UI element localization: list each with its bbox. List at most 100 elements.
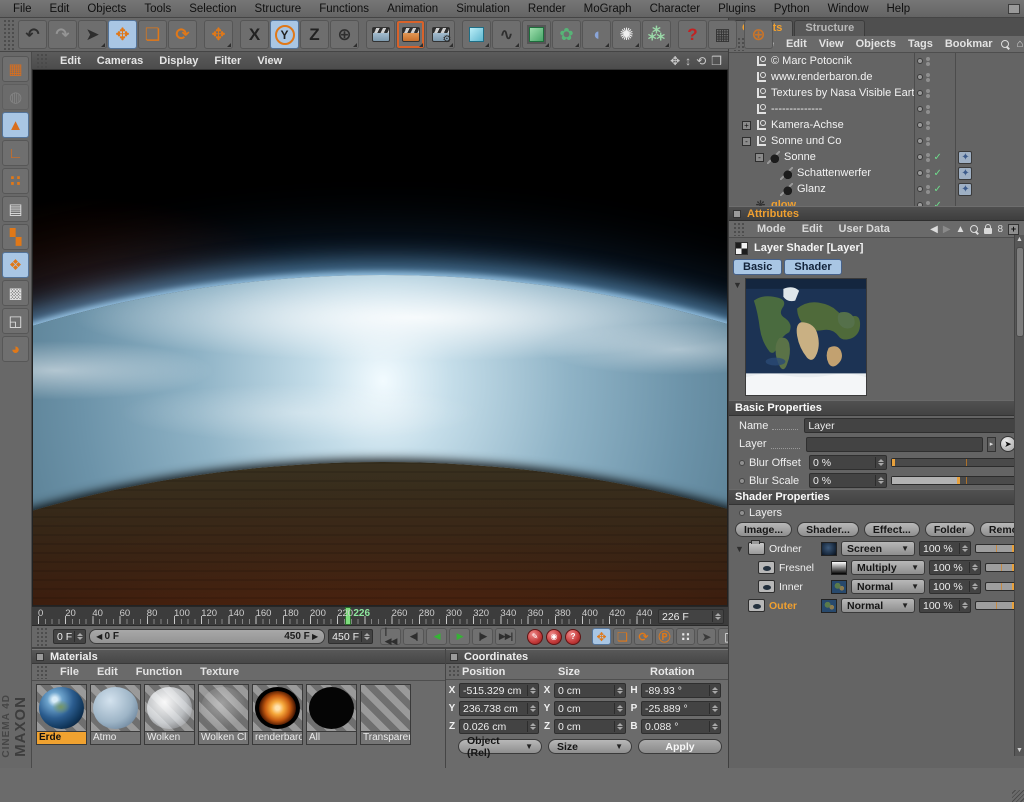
help-icon[interactable]: ? bbox=[678, 20, 707, 49]
materials-menu-texture[interactable]: Texture bbox=[192, 665, 247, 679]
tab-structure[interactable]: Structure bbox=[794, 20, 865, 36]
layer-thumbnail[interactable] bbox=[831, 580, 847, 594]
editor-render-dots[interactable] bbox=[926, 137, 930, 146]
resize-grip[interactable] bbox=[1012, 790, 1024, 802]
visibility-dot[interactable] bbox=[917, 90, 923, 96]
prev-key-button[interactable]: ◀| bbox=[403, 628, 424, 645]
pan-view-icon[interactable]: ✥ bbox=[670, 55, 680, 67]
materials-menu-file[interactable]: File bbox=[52, 665, 87, 679]
layer-visibility-icon[interactable] bbox=[758, 561, 775, 574]
record-scale-toggle[interactable]: ❏ bbox=[613, 628, 632, 645]
play-backward-button[interactable]: ◀ bbox=[426, 628, 447, 645]
render-view-icon[interactable] bbox=[366, 20, 395, 49]
add-spline-icon[interactable]: ∿ bbox=[492, 20, 521, 49]
shader-layer-row[interactable]: FresnelMultiply▼100 % bbox=[729, 558, 1024, 577]
menu-render[interactable]: Render bbox=[519, 3, 575, 15]
material-thumbnail[interactable] bbox=[36, 684, 87, 732]
viewport-menu-edit[interactable]: Edit bbox=[52, 55, 89, 67]
editor-render-dots[interactable] bbox=[926, 57, 930, 66]
editor-render-dots[interactable] bbox=[926, 169, 930, 178]
coordinates-grip[interactable] bbox=[448, 665, 460, 678]
coord-field[interactable]: 0 cm bbox=[554, 683, 626, 698]
history-back-icon[interactable]: ◀ bbox=[930, 224, 938, 235]
timeline-ruler[interactable]: 226 020406080100120140160180200220260280… bbox=[32, 607, 654, 625]
shader-layer-row[interactable]: InnerNormal▼100 % bbox=[729, 577, 1024, 596]
polygons-mode-icon[interactable]: ▚ bbox=[2, 224, 29, 250]
layers-key-dot[interactable] bbox=[739, 510, 745, 516]
menu-edit[interactable]: Edit bbox=[41, 3, 79, 15]
viewport-menu-filter[interactable]: Filter bbox=[206, 55, 249, 67]
record-position-toggle[interactable]: ✥ bbox=[592, 628, 611, 645]
goto-end-button[interactable]: ▶▶| bbox=[495, 628, 516, 645]
material-item[interactable]: Wolken Cl bbox=[198, 684, 249, 745]
editor-render-dots[interactable] bbox=[926, 153, 930, 162]
blend-mode-dropdown[interactable]: Normal▼ bbox=[851, 579, 925, 594]
enabled-check-icon[interactable]: ✓ bbox=[933, 184, 941, 195]
shader-layer-row[interactable]: OuterNormal▼100 % bbox=[729, 596, 1024, 615]
coord-field[interactable]: -25.889 ° bbox=[641, 701, 721, 716]
visibility-dot[interactable] bbox=[917, 170, 923, 176]
add-cube-icon[interactable] bbox=[462, 20, 491, 49]
parent-object-icon[interactable]: ▲ bbox=[956, 224, 966, 235]
move-tool-icon[interactable]: ✥ bbox=[108, 20, 137, 49]
redo-icon[interactable]: ↷ bbox=[48, 20, 77, 49]
add-array-icon[interactable]: ✿ bbox=[552, 20, 581, 49]
record-parameter-toggle[interactable]: Ⓟ bbox=[655, 628, 674, 645]
viewport-grip[interactable] bbox=[36, 53, 48, 68]
point-level-animation-toggle[interactable]: ∷ bbox=[676, 628, 695, 645]
visibility-dot[interactable] bbox=[917, 106, 923, 112]
editor-render-dots[interactable] bbox=[926, 105, 930, 114]
editor-render-dots[interactable] bbox=[926, 73, 930, 82]
folder-button[interactable]: Folder bbox=[925, 522, 975, 537]
material-thumbnail[interactable] bbox=[252, 684, 303, 732]
material-thumbnail[interactable] bbox=[306, 684, 357, 732]
materials-panel-icon[interactable] bbox=[36, 653, 44, 661]
layer-thumbnail[interactable] bbox=[831, 561, 847, 575]
material-thumbnail[interactable] bbox=[198, 684, 249, 732]
record-rotation-toggle[interactable]: ⟳ bbox=[634, 628, 653, 645]
texture-mode-icon[interactable]: ▩ bbox=[2, 280, 29, 306]
om-menu-tags[interactable]: Tags bbox=[902, 37, 939, 51]
om-menu-edit[interactable]: Edit bbox=[780, 37, 813, 51]
c4d-globe-icon[interactable]: ⊕ bbox=[744, 20, 773, 49]
viewport-menu-display[interactable]: Display bbox=[151, 55, 206, 67]
attr-add-panel-icon[interactable]: + bbox=[1008, 224, 1019, 235]
tree-row[interactable]: www.renderbaron.de bbox=[729, 69, 1024, 85]
layer-name[interactable]: Fresnel bbox=[779, 562, 827, 574]
blur-offset-key-dot[interactable] bbox=[739, 460, 745, 466]
menu-objects[interactable]: Objects bbox=[78, 3, 135, 15]
menu-selection[interactable]: Selection bbox=[180, 3, 245, 15]
menu-functions[interactable]: Functions bbox=[310, 3, 378, 15]
name-field[interactable]: Layer bbox=[804, 418, 1016, 433]
blend-mode-dropdown[interactable]: Screen▼ bbox=[841, 541, 915, 556]
folder-icon[interactable] bbox=[748, 542, 765, 555]
material-thumbnail[interactable] bbox=[90, 684, 141, 732]
collapse-icon[interactable]: - bbox=[755, 153, 764, 162]
rotate-view-icon[interactable]: ⟲ bbox=[696, 55, 706, 67]
layer-opacity-field[interactable]: 100 % bbox=[929, 560, 981, 575]
add-deformer-icon[interactable]: ◖ bbox=[582, 20, 611, 49]
layer-thumbnail[interactable] bbox=[821, 599, 837, 613]
frame-stepper[interactable] bbox=[712, 611, 720, 622]
last-tool-icon[interactable]: ✥ bbox=[204, 20, 233, 49]
layer-name[interactable]: Inner bbox=[779, 581, 827, 593]
lock-z-axis-icon[interactable]: Z bbox=[300, 20, 329, 49]
menu-window[interactable]: Window bbox=[819, 3, 878, 15]
apply-button[interactable]: Apply bbox=[638, 739, 722, 754]
layer-collapse-icon[interactable]: ▼ bbox=[735, 544, 744, 554]
render-picture-viewer-icon[interactable] bbox=[396, 20, 425, 49]
enabled-check-icon[interactable]: ✓ bbox=[933, 168, 941, 179]
layer-opacity-slider[interactable] bbox=[985, 563, 1016, 572]
coord-field[interactable]: 0.088 ° bbox=[641, 719, 721, 734]
visibility-dot[interactable] bbox=[917, 186, 923, 192]
tree-row[interactable]: © Marc Potocnik bbox=[729, 53, 1024, 69]
shader-layer-row[interactable]: ▼OrdnerScreen▼100 % bbox=[729, 539, 1024, 558]
tree-row[interactable]: +Kamera-Achse bbox=[729, 117, 1024, 133]
object-conversion-icon[interactable]: ◍ bbox=[2, 84, 29, 110]
material-item[interactable]: Erde bbox=[36, 684, 87, 745]
menu-mograph[interactable]: MoGraph bbox=[575, 3, 641, 15]
comp-tag[interactable] bbox=[958, 167, 972, 180]
editor-render-dots[interactable] bbox=[926, 121, 930, 130]
maximize-view-icon[interactable]: ❒ bbox=[711, 55, 722, 67]
coord-field[interactable]: 0 cm bbox=[554, 719, 626, 734]
